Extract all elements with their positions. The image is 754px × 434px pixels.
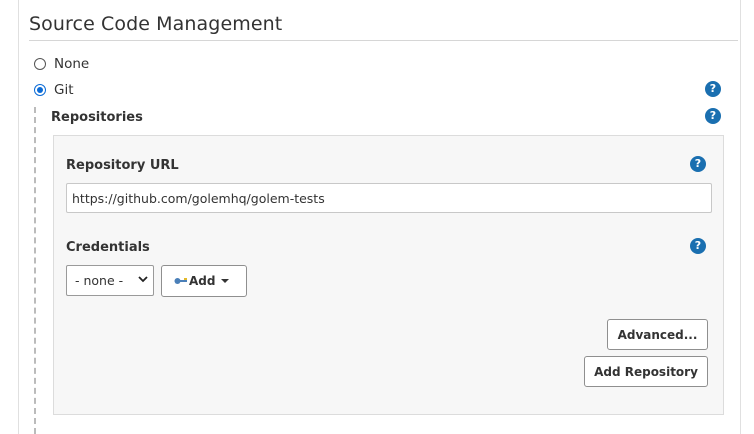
- title-divider: [29, 40, 738, 41]
- radio-none[interactable]: [34, 58, 46, 70]
- right-border: [740, 0, 741, 434]
- chevron-down-icon: [138, 276, 148, 283]
- radio-option-git[interactable]: Git: [34, 82, 74, 98]
- add-credentials-label: Add: [189, 274, 216, 288]
- add-repository-button[interactable]: Add Repository: [584, 356, 708, 387]
- repository-url-label: Repository URL: [66, 158, 179, 173]
- credentials-select-value: - none -: [75, 273, 124, 288]
- repositories-label: Repositories: [51, 110, 143, 125]
- help-icon[interactable]: ?: [705, 81, 721, 97]
- credentials-select[interactable]: - none -: [66, 265, 154, 296]
- radio-none-label: None: [54, 56, 90, 72]
- radio-git[interactable]: [34, 84, 46, 96]
- git-section-indent-line: [34, 107, 36, 434]
- scm-page: Source Code Management None Git ? Reposi…: [0, 0, 754, 434]
- help-icon[interactable]: ?: [705, 108, 721, 124]
- section-title: Source Code Management: [29, 13, 283, 35]
- key-icon: [174, 278, 187, 284]
- help-icon[interactable]: ?: [690, 238, 706, 254]
- radio-option-none[interactable]: None: [34, 56, 89, 72]
- help-icon[interactable]: ?: [690, 156, 706, 172]
- credentials-label: Credentials: [66, 240, 150, 255]
- repository-url-input[interactable]: [66, 183, 712, 213]
- add-credentials-button[interactable]: Add: [161, 265, 247, 297]
- advanced-button[interactable]: Advanced...: [607, 319, 708, 350]
- radio-git-label: Git: [54, 82, 74, 98]
- caret-down-icon: [221, 279, 230, 283]
- left-border: [18, 0, 19, 434]
